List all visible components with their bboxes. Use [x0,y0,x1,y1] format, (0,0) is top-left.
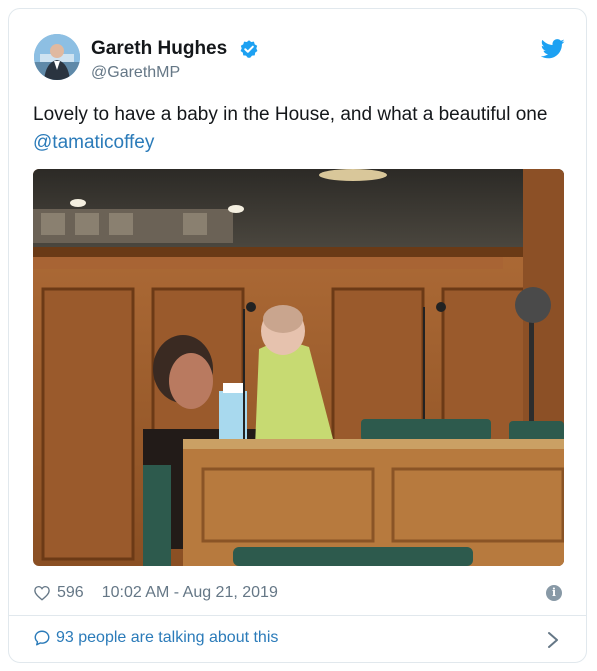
divider [9,615,586,616]
tweet-timestamp[interactable]: 10:02 AM - Aug 21, 2019 [102,584,278,602]
heart-outline-icon[interactable] [33,584,51,602]
tweet-card[interactable]: Gareth Hughes @GarethMP Lovely to have a… [8,8,587,663]
mention-link[interactable]: @tamaticoffey [33,132,154,153]
twitter-bird-icon[interactable] [541,39,565,59]
like-count[interactable]: 596 [57,584,84,602]
tweet-photo[interactable] [33,169,564,566]
author-name[interactable]: Gareth Hughes [91,38,227,60]
author-handle[interactable]: @GarethMP [91,64,180,82]
conversation-link[interactable]: 93 people are talking about this [33,629,278,647]
speech-bubble-icon [34,630,50,646]
tweet-text: Lovely to have a baby in the House, and … [33,101,563,157]
info-icon[interactable]: i [546,585,562,601]
verified-badge-icon [240,40,258,58]
tweet-body: Lovely to have a baby in the House, and … [33,104,548,125]
tweet-meta: 596 10:02 AM - Aug 21, 2019 [33,582,278,604]
conversation-count: 93 people are talking about this [56,629,279,646]
author-avatar[interactable] [34,34,80,80]
chevron-right-icon[interactable] [546,631,560,649]
